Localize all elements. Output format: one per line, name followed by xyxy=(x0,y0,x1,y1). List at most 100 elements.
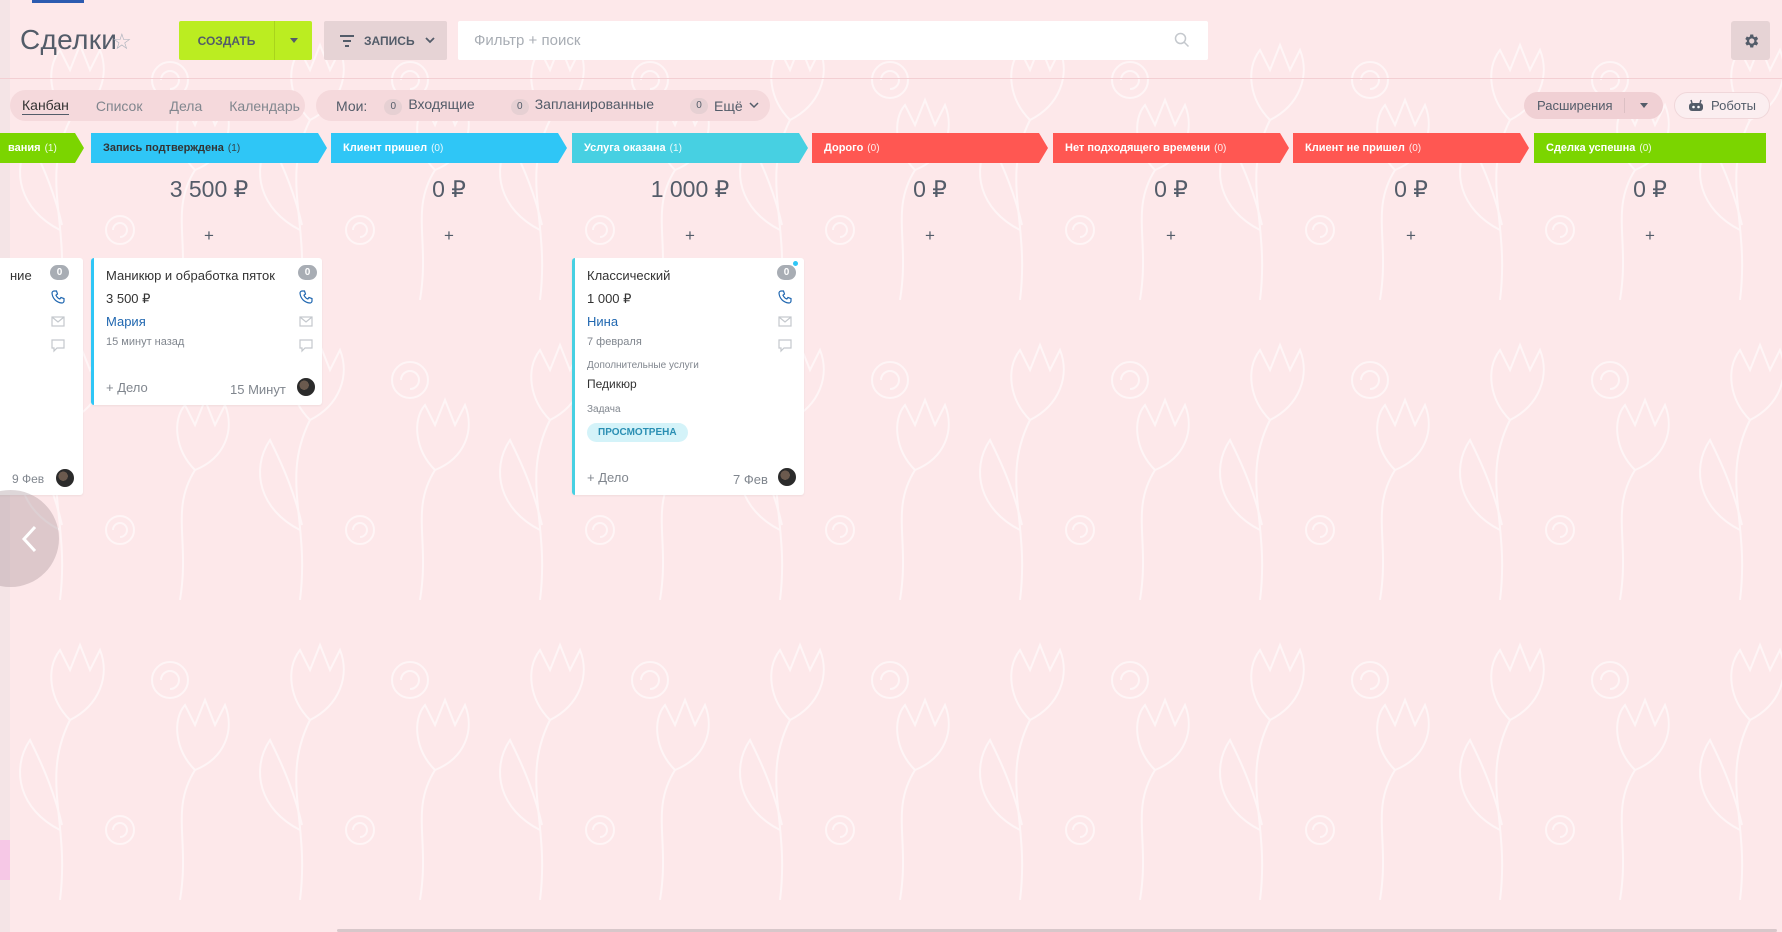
chat-icon[interactable] xyxy=(777,337,793,353)
card-field-label: Дополнительные услуги xyxy=(587,360,699,371)
card-stripe xyxy=(91,258,94,405)
deal-card[interactable]: Маникюр и обработка пяток 0 3 500 ₽ Мари… xyxy=(91,258,322,405)
view-tab-activities[interactable]: Дела xyxy=(169,98,202,114)
card-stripe xyxy=(572,258,575,495)
phone-icon[interactable] xyxy=(777,289,793,305)
stage-count: (0) xyxy=(1408,142,1422,154)
view-tab-kanban[interactable]: Канбан xyxy=(22,97,69,115)
quick-add-button[interactable]: + xyxy=(1535,226,1765,246)
stage-sum-cutoff xyxy=(2,178,10,196)
avatar[interactable] xyxy=(296,377,316,397)
chat-icon[interactable] xyxy=(298,337,314,353)
mail-icon[interactable] xyxy=(777,313,793,329)
stage-header[interactable]: Дорого (0) xyxy=(812,133,1048,163)
card-task-label: Задача xyxy=(587,404,621,415)
stage-count: (0) xyxy=(867,142,880,154)
extensions-button-group: Расширения xyxy=(1524,92,1663,119)
stage-name: Дорого xyxy=(824,142,864,154)
card-price: 3 500 ₽ xyxy=(106,291,151,306)
stage-sum: 3 500 ₽ xyxy=(169,176,249,202)
view-switcher: Канбан Список Дела Календарь xyxy=(10,90,305,121)
counter-badge: 0 xyxy=(384,99,403,115)
stage-sum: 0 ₽ xyxy=(1154,176,1188,202)
chevron-down-icon xyxy=(1640,103,1648,108)
extensions-dropdown-button[interactable] xyxy=(1625,103,1663,108)
star-icon[interactable]: ☆ xyxy=(112,31,134,53)
stage-count: (0) xyxy=(1639,142,1652,154)
stage-sum: 0 ₽ xyxy=(432,176,466,202)
mail-icon[interactable] xyxy=(298,313,314,329)
card-title[interactable]: Классический xyxy=(587,268,670,283)
stage-name: Клиент пришел xyxy=(343,142,428,154)
top-accent xyxy=(32,0,84,3)
stage-header[interactable]: Клиент не пришел (0) xyxy=(1293,133,1529,163)
card-counter-badge: 0 xyxy=(777,265,796,280)
header-divider xyxy=(0,78,1782,79)
quick-add-button[interactable]: + xyxy=(334,226,564,246)
view-tab-list[interactable]: Список xyxy=(96,98,143,114)
stage-count: (1) xyxy=(44,142,57,154)
create-dropdown-button[interactable] xyxy=(274,21,312,60)
stage-header[interactable]: Услуга оказана (1) xyxy=(572,133,808,163)
phone-icon[interactable] xyxy=(50,289,66,305)
counters-bar: Мои: 0 Входящие 0 Запланированные 0 Ещё xyxy=(316,90,770,121)
counters-label: Мои: xyxy=(336,97,368,114)
filter-preset-button[interactable]: ЗАПИСЬ xyxy=(324,21,447,60)
search-icon[interactable] xyxy=(1174,32,1190,48)
card-client[interactable]: Мария xyxy=(106,314,146,329)
stage-name: Запись подтверждена xyxy=(103,142,224,154)
stage-header[interactable]: вания (1) xyxy=(0,133,84,163)
stage-name: Сделка успешна xyxy=(1546,142,1636,154)
mail-icon[interactable] xyxy=(50,313,66,329)
page-title: Сделки xyxy=(20,24,118,55)
filter-preset-label: ЗАПИСЬ xyxy=(364,33,415,48)
gear-icon xyxy=(1744,34,1758,47)
task-status-badge: ПРОСМОТРЕНА xyxy=(587,423,688,442)
add-activity-link[interactable]: + Дело xyxy=(106,380,148,395)
create-button[interactable]: СОЗДАТЬ xyxy=(179,21,274,60)
counter-more[interactable]: 0 Ещё xyxy=(690,97,759,114)
avatar[interactable] xyxy=(777,467,797,487)
quick-add-button[interactable]: + xyxy=(1296,226,1526,246)
quick-add-button[interactable]: + xyxy=(575,226,805,246)
stage-count: (0) xyxy=(1214,142,1227,154)
view-tab-calendar[interactable]: Календарь xyxy=(229,98,300,114)
chevron-down-icon xyxy=(289,38,298,43)
card-client[interactable]: Нина xyxy=(587,314,618,329)
card-when: 9 Фев xyxy=(12,472,45,486)
counter-planned[interactable]: 0 Запланированные xyxy=(510,96,654,115)
search-input[interactable]: Фильтр + поиск xyxy=(458,21,1208,60)
robot-icon xyxy=(1688,99,1703,111)
scroll-left-button[interactable] xyxy=(0,490,59,587)
counter-incoming[interactable]: 0 Входящие xyxy=(384,96,475,115)
add-activity-link[interactable]: + Дело xyxy=(587,470,629,485)
avatar[interactable] xyxy=(55,468,75,488)
quick-add-button[interactable]: + xyxy=(815,226,1045,246)
stage-name: вания xyxy=(8,142,41,154)
quick-add-button[interactable]: + xyxy=(1056,226,1286,246)
phone-icon[interactable] xyxy=(298,289,314,305)
card-title[interactable]: Маникюр и обработка пяток xyxy=(106,268,275,283)
robots-label: Роботы xyxy=(1710,98,1757,113)
chevron-left-icon xyxy=(21,525,37,552)
card-field-value: Педикюр xyxy=(587,377,637,391)
card-when: 15 Минут xyxy=(230,382,286,397)
chat-icon[interactable] xyxy=(50,337,66,353)
card-title[interactable]: ние xyxy=(10,268,32,283)
deal-card[interactable]: Классический 0 1 000 ₽ Нина 7 февраля До… xyxy=(572,258,804,495)
stage-header[interactable]: Клиент пришел (0) xyxy=(331,133,567,163)
stage-header[interactable]: Запись подтверждена (1) xyxy=(91,133,327,163)
stage-header[interactable]: Нет подходящего времени (0) xyxy=(1053,133,1289,163)
card-when: 7 Фев xyxy=(733,472,768,487)
counter-label: Входящие xyxy=(408,96,475,112)
robots-button[interactable]: Роботы xyxy=(1674,92,1770,119)
stage-count: (0) xyxy=(431,142,444,154)
stage-sum: 1 000 ₽ xyxy=(650,176,730,202)
extensions-button[interactable]: Расширения xyxy=(1524,98,1625,113)
create-button-group: СОЗДАТЬ xyxy=(179,21,312,60)
stage-name: Клиент не пришел xyxy=(1305,142,1405,154)
settings-button[interactable] xyxy=(1731,21,1770,60)
quick-add-button[interactable]: + xyxy=(94,226,324,246)
deal-card[interactable]: ние 0 9 Фев xyxy=(0,258,83,495)
stage-header[interactable]: Сделка успешна (0) xyxy=(1534,133,1766,163)
